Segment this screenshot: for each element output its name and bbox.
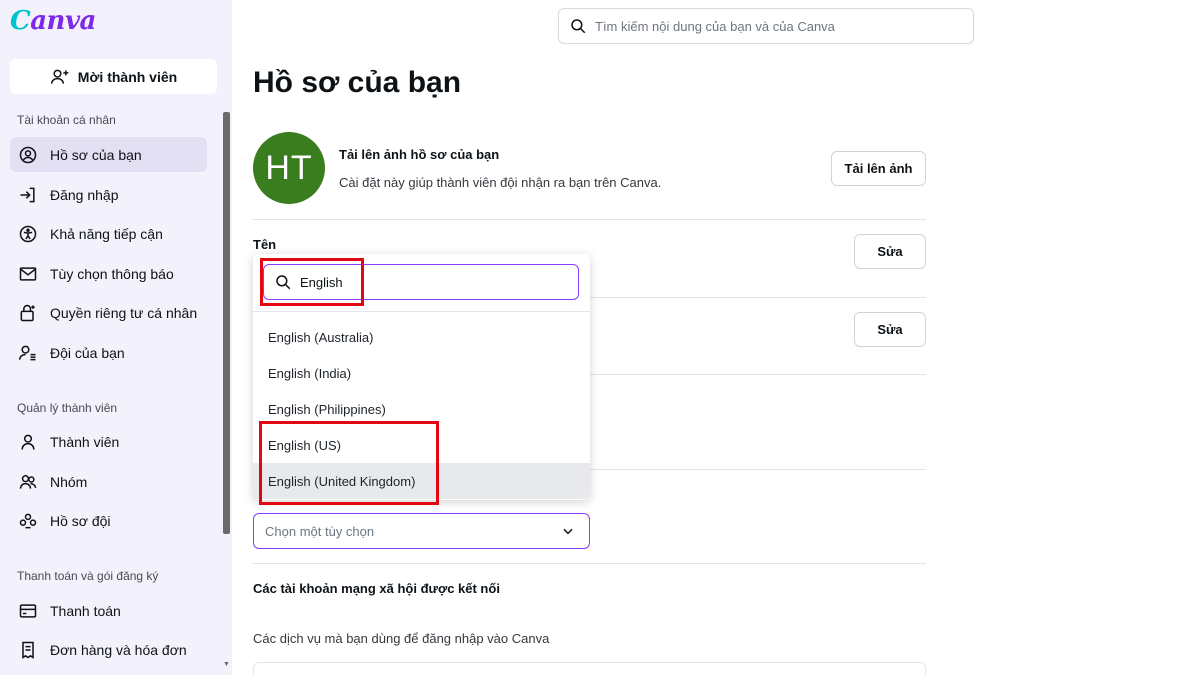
team-user-icon xyxy=(18,345,36,360)
sidebar-item-label: Đơn hàng và hóa đơn xyxy=(50,641,187,658)
sidebar-item-label: Đăng nhập xyxy=(50,186,119,203)
credit-card-icon xyxy=(19,603,37,618)
sidebar-item-orders[interactable]: Đơn hàng và hóa đơn xyxy=(10,632,207,667)
language-option[interactable]: English (United Kingdom) xyxy=(253,463,590,499)
section-personal-account: Tài khoản cá nhân xyxy=(17,113,116,127)
add-user-icon xyxy=(50,69,69,84)
sidebar-item-members[interactable]: Thành viên xyxy=(10,424,207,459)
sidebar-item-payment[interactable]: Thanh toán xyxy=(10,593,207,628)
language-option[interactable]: English (Australia) xyxy=(253,319,590,355)
chevron-down-icon xyxy=(563,528,573,535)
sidebar-item-profile[interactable]: Hồ sơ của bạn xyxy=(10,137,207,172)
sidebar-item-team[interactable]: Đội của bạn xyxy=(10,335,207,370)
dropdown-divider xyxy=(253,311,590,312)
sidebar-item-label: Tùy chọn thông báo xyxy=(50,265,174,282)
divider xyxy=(253,219,926,220)
avatar: HT xyxy=(253,132,325,204)
social-accounts-description: Các dịch vụ mà bạn dùng để đăng nhập vào… xyxy=(253,631,550,646)
language-search-input[interactable] xyxy=(300,274,560,290)
upload-photo-description: Cài đặt này giúp thành viên đội nhận ra … xyxy=(339,175,662,190)
sidebar-item-notifications[interactable]: Tùy chọn thông báo xyxy=(10,256,207,291)
sidebar: Canva Mời thành viên Tài khoản cá nhân H… xyxy=(0,0,232,675)
user-icon xyxy=(21,434,35,450)
language-select-placeholder: Chọn một tùy chọn xyxy=(265,523,375,539)
accessibility-icon xyxy=(19,225,37,242)
page-title: Hồ sơ của bạn xyxy=(253,66,462,99)
language-option[interactable]: English (US) xyxy=(253,427,590,463)
divider xyxy=(253,563,926,564)
invite-members-button[interactable]: Mời thành viên xyxy=(10,59,217,94)
sidebar-item-login[interactable]: Đăng nhập xyxy=(10,177,207,212)
sidebar-item-label: Quyền riêng tư cá nhân xyxy=(50,304,198,321)
team-profile-icon xyxy=(19,513,37,528)
sidebar-item-groups[interactable]: Nhóm xyxy=(10,464,207,499)
edit-email-button[interactable]: Sửa xyxy=(854,312,926,347)
group-icon xyxy=(19,474,37,489)
sidebar-item-accessibility[interactable]: Khả năng tiếp cận xyxy=(10,216,207,251)
upload-photo-button[interactable]: Tải lên ảnh xyxy=(831,151,926,186)
sidebar-item-label: Đội của bạn xyxy=(50,344,125,361)
lock-icon xyxy=(20,304,35,321)
sidebar-item-privacy[interactable]: Quyền riêng tư cá nhân xyxy=(10,295,207,330)
language-select[interactable]: Chọn một tùy chọn xyxy=(253,513,590,549)
language-dropdown: English (Australia) English (India) Engl… xyxy=(253,254,590,500)
language-option[interactable]: English (Philippines) xyxy=(253,391,590,427)
social-accounts-title: Các tài khoản mạng xã hội được kết nối xyxy=(253,581,500,596)
search-icon xyxy=(571,19,586,34)
invite-members-label: Mời thành viên xyxy=(77,68,178,85)
edit-name-button[interactable]: Sửa xyxy=(854,234,926,269)
upload-photo-title: Tải lên ảnh hồ sơ của bạn xyxy=(339,147,500,162)
sidebar-scrollbar[interactable] xyxy=(223,112,230,534)
mail-icon xyxy=(19,266,37,281)
sidebar-item-label: Hồ sơ đội xyxy=(50,512,111,529)
sidebar-item-team-profile[interactable]: Hồ sơ đội xyxy=(10,503,207,538)
social-accounts-list xyxy=(253,662,926,675)
login-icon xyxy=(20,187,35,202)
language-search-field[interactable] xyxy=(263,264,579,300)
section-billing: Thanh toán và gói đăng ký xyxy=(17,569,159,583)
search-icon xyxy=(276,275,291,290)
sidebar-item-label: Nhóm xyxy=(50,473,88,490)
sidebar-item-label: Hồ sơ của bạn xyxy=(50,146,142,163)
sidebar-item-label: Thanh toán xyxy=(50,602,121,619)
invoice-icon xyxy=(22,641,34,659)
sidebar-item-label: Khả năng tiếp cận xyxy=(50,225,163,242)
scroll-down-arrow-icon[interactable]: ▼ xyxy=(223,661,230,669)
user-circle-icon xyxy=(19,146,37,163)
name-field-label: Tên xyxy=(253,237,277,252)
section-member-management: Quản lý thành viên xyxy=(17,401,118,415)
global-search-bar[interactable] xyxy=(558,8,974,44)
global-search-input[interactable] xyxy=(595,18,955,34)
sidebar-item-label: Thành viên xyxy=(50,433,120,450)
canva-logo[interactable]: Canva xyxy=(10,6,96,36)
language-option[interactable]: English (India) xyxy=(253,355,590,391)
